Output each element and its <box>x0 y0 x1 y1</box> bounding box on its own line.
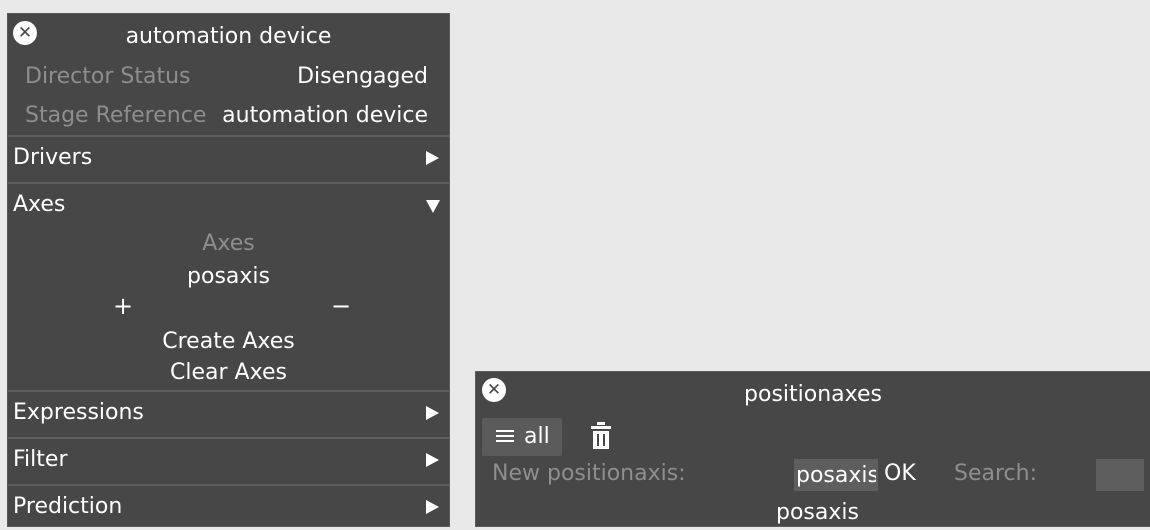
section-prediction[interactable]: Prediction <box>8 484 449 530</box>
section-expressions[interactable]: Expressions <box>8 390 449 436</box>
clear-axes-button[interactable]: Clear Axes <box>8 360 449 385</box>
section-drivers[interactable]: Drivers <box>8 135 449 181</box>
section-axes-label: Axes <box>13 192 66 217</box>
panel-title: positionaxes <box>744 382 882 407</box>
panel-title: automation device <box>125 24 332 49</box>
axes-list-item[interactable]: posaxis <box>8 264 449 289</box>
section-filter[interactable]: Filter <box>8 437 449 483</box>
section-prediction-label: Prediction <box>13 494 123 519</box>
list-icon <box>496 430 514 442</box>
stage-reference-value[interactable]: automation device <box>222 103 428 128</box>
director-status-label: Director Status <box>25 64 191 89</box>
new-positionaxis-input[interactable] <box>794 459 878 491</box>
add-axis-button[interactable]: + <box>113 292 133 320</box>
expand-right-icon[interactable] <box>426 151 439 165</box>
ok-button[interactable]: OK <box>884 461 916 486</box>
expand-right-icon[interactable] <box>426 500 439 514</box>
axes-list-title: Axes <box>202 231 255 256</box>
remove-axis-button[interactable]: − <box>331 292 351 320</box>
stage-reference-label: Stage Reference <box>25 103 207 128</box>
section-axes: Axes Axes posaxis + − Create Axes Clear … <box>8 182 449 391</box>
search-label: Search: <box>954 461 1037 486</box>
positionaxes-panel: ✕ positionaxes all New positionaxis: OK … <box>476 372 1150 526</box>
collapse-down-icon[interactable] <box>426 200 440 213</box>
create-axes-button[interactable]: Create Axes <box>8 329 449 354</box>
filter-all-label: all <box>524 424 550 449</box>
filter-all-button[interactable]: all <box>482 418 562 456</box>
section-drivers-label: Drivers <box>13 145 93 170</box>
new-positionaxis-label: New positionaxis: <box>492 461 686 486</box>
section-filter-label: Filter <box>13 447 68 472</box>
section-axes-header[interactable]: Axes <box>8 184 449 228</box>
director-status-value: Disengaged <box>297 64 428 89</box>
trash-icon[interactable] <box>590 422 612 450</box>
section-expressions-label: Expressions <box>13 400 144 425</box>
expand-right-icon[interactable] <box>426 453 439 467</box>
list-item[interactable]: posaxis <box>776 500 859 525</box>
expand-right-icon[interactable] <box>426 406 439 420</box>
search-input[interactable] <box>1096 459 1144 491</box>
automation-device-panel: ✕ automation device Director Status Dise… <box>8 14 449 526</box>
